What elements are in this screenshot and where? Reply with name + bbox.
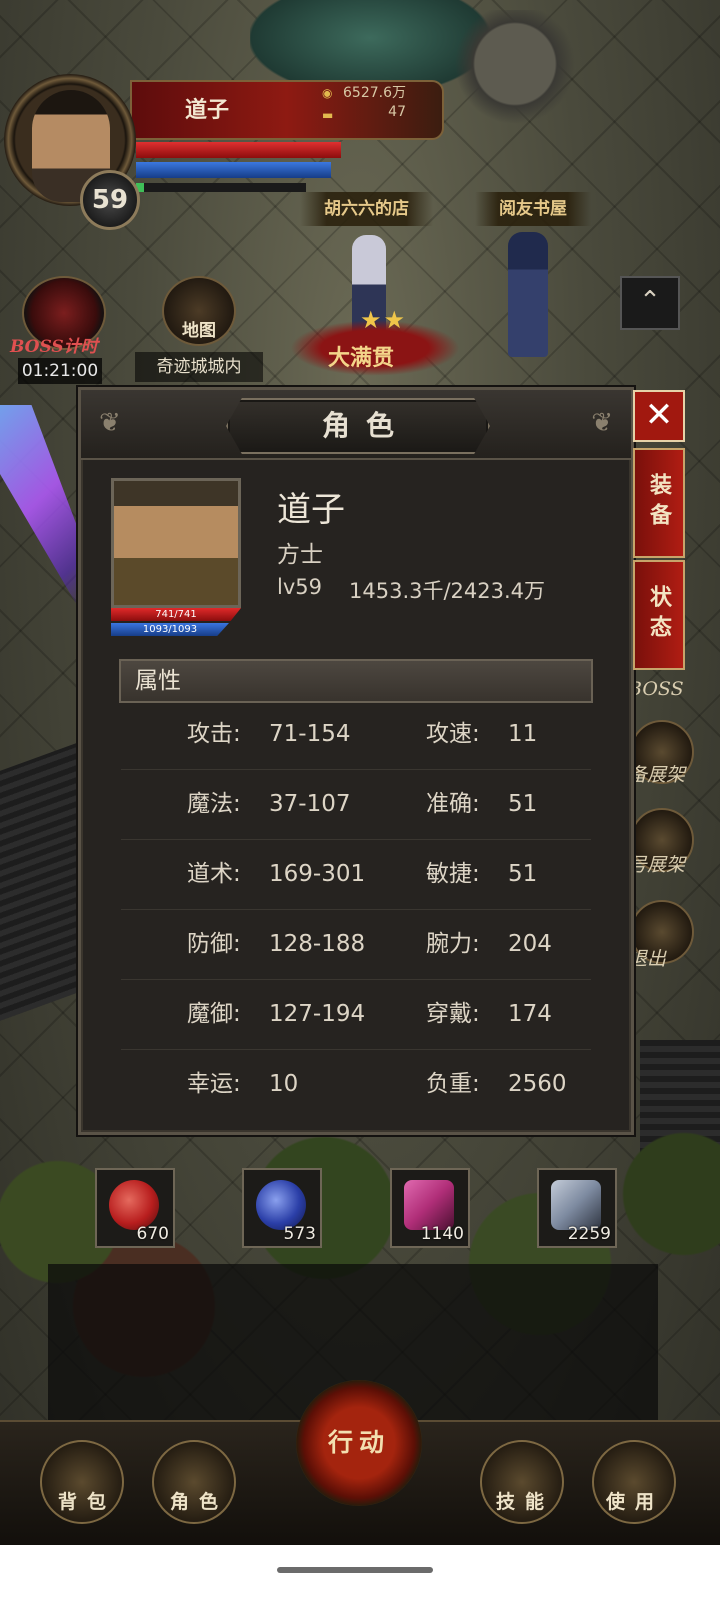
boss-timer-label: BOSS计时 xyxy=(10,337,98,357)
stat-row: 幸运: 10 负重: 2560 xyxy=(121,1050,591,1119)
stat-label: 魔法: xyxy=(187,791,241,817)
stat-value: 127-194 xyxy=(269,1001,366,1027)
use-label: 使用 xyxy=(606,1491,665,1513)
currency-panel[interactable]: ◉ 6527.6万 ▬ 47 xyxy=(318,82,406,128)
scroll-bundle-icon xyxy=(404,1180,454,1230)
stat-row: 攻击: 71-154 攻速: 11 xyxy=(121,700,591,770)
current-location: 奇迹城城内 xyxy=(135,352,263,382)
stat-row: 道术: 169-301 敏捷: 51 xyxy=(121,840,591,910)
tab-equipment[interactable]: 装备 xyxy=(633,448,685,558)
character-label: 角色 xyxy=(170,1491,229,1513)
vip-title: 大满贯 xyxy=(328,345,395,371)
stat-label: 幸运: xyxy=(187,1071,241,1097)
stat-label: 负重: xyxy=(426,1071,480,1097)
stat-value: 51 xyxy=(508,861,538,887)
character-class: 方士 xyxy=(277,542,323,568)
quick-slot-teleport-scroll[interactable]: 2259 xyxy=(537,1168,617,1248)
portrait-hp-bar: 741/741 xyxy=(111,608,241,621)
stat-label: 魔御: xyxy=(187,1001,241,1027)
home-indicator[interactable] xyxy=(277,1567,433,1573)
stat-value: 128-188 xyxy=(269,931,366,957)
stat-row: 魔御: 127-194 穿戴: 174 xyxy=(121,980,591,1050)
bag-label: 背包 xyxy=(58,1491,117,1513)
character-level: lv59 xyxy=(277,575,322,599)
stat-label: 攻速: xyxy=(426,721,480,747)
player-mp-bar xyxy=(136,162,331,178)
teleport-scroll-icon xyxy=(551,1180,601,1230)
player-level-badge: 59 xyxy=(80,170,140,230)
attributes-section-header: 属性 xyxy=(119,659,593,703)
shop-label-bookstore[interactable]: 阅友书屋 xyxy=(475,192,591,226)
stat-value: 71-154 xyxy=(269,721,351,747)
attributes-title: 属性 xyxy=(135,668,181,694)
stat-label: 防御: xyxy=(187,931,241,957)
close-icon[interactable]: ✕ xyxy=(633,390,685,442)
skills-label: 技能 xyxy=(496,1491,555,1513)
statue xyxy=(455,10,575,130)
player-name: 道子 xyxy=(185,98,230,123)
blue-potion-icon xyxy=(256,1180,306,1230)
panel-header: ❦ 角色 ❦ xyxy=(81,390,631,460)
boss-label-right: BOSS xyxy=(628,678,684,700)
item-count: 670 xyxy=(136,1224,169,1244)
item-count: 573 xyxy=(283,1224,316,1244)
tab-status[interactable]: 状态 xyxy=(633,560,685,670)
scroll-ornament-icon: ❦ xyxy=(99,408,121,438)
stat-value: 174 xyxy=(508,1001,552,1027)
building-roof xyxy=(0,738,90,1032)
shop-label-huliuliu[interactable]: 胡六六的店 xyxy=(300,192,433,226)
character-portrait xyxy=(111,478,241,608)
character-panel: ❦ 角色 ❦ 741/741 1093/1093 道子 方士 lv59 1453… xyxy=(78,387,634,1135)
stat-value: 204 xyxy=(508,931,552,957)
stat-value: 10 xyxy=(269,1071,299,1097)
stat-row: 魔法: 37-107 准确: 51 xyxy=(121,770,591,840)
attributes-table: 攻击: 71-154 攻速: 11 魔法: 37-107 准确: 51 道术: … xyxy=(121,700,591,1119)
stat-value: 2560 xyxy=(508,1071,567,1097)
action-label: 行动 xyxy=(327,1428,390,1457)
item-count: 2259 xyxy=(567,1224,611,1244)
quick-slot-scroll-bundle[interactable]: 1140 xyxy=(390,1168,470,1248)
portrait-mp-bar: 1093/1093 xyxy=(111,623,229,636)
stat-value: 51 xyxy=(508,791,538,817)
player-hp-bar xyxy=(136,142,341,158)
panel-title: 角色 xyxy=(321,409,410,442)
stat-value: 169-301 xyxy=(269,861,366,887)
equipment-rack-label: 备展架 xyxy=(628,764,686,786)
player-exp-bar xyxy=(136,183,306,192)
stat-label: 敏捷: xyxy=(426,861,480,887)
stat-value: 11 xyxy=(508,721,538,747)
stat-label: 穿戴: xyxy=(426,1001,480,1027)
stat-label: 准确: xyxy=(426,791,480,817)
stat-label: 攻击: xyxy=(187,721,241,747)
stat-row: 防御: 128-188 腕力: 204 xyxy=(121,910,591,980)
npc-bookstore[interactable] xyxy=(508,232,548,357)
stat-label: 腕力: xyxy=(426,931,480,957)
map-label: 地图 xyxy=(182,321,216,341)
vip-stars: ★★ xyxy=(360,306,408,334)
quick-slot-red-potion[interactable]: 670 xyxy=(95,1168,175,1248)
boss-timer-countdown: 01:21:00 xyxy=(18,358,102,384)
character-name: 道子 xyxy=(277,490,345,530)
red-potion-icon xyxy=(109,1180,159,1230)
title-frame: 角色 xyxy=(226,398,490,454)
quick-slot-blue-potion[interactable]: 573 xyxy=(242,1168,322,1248)
title-rack-label: 号展架 xyxy=(628,854,686,876)
character-exp: 1453.3千/2423.4万 xyxy=(349,579,546,603)
gold-coin-icon: ◉ xyxy=(322,86,333,100)
gold-amount: 6527.6万 xyxy=(343,85,406,101)
stat-value: 37-107 xyxy=(269,791,351,817)
chevron-up-icon[interactable]: ⌃ xyxy=(620,276,680,330)
map-button[interactable]: 地图 xyxy=(162,276,236,346)
scroll-ornament-icon: ❦ xyxy=(591,408,613,438)
item-count: 1140 xyxy=(420,1224,464,1244)
ingot-amount: 47 xyxy=(388,104,406,120)
stat-label: 道术: xyxy=(187,861,241,887)
ingot-icon: ▬ xyxy=(322,108,334,122)
